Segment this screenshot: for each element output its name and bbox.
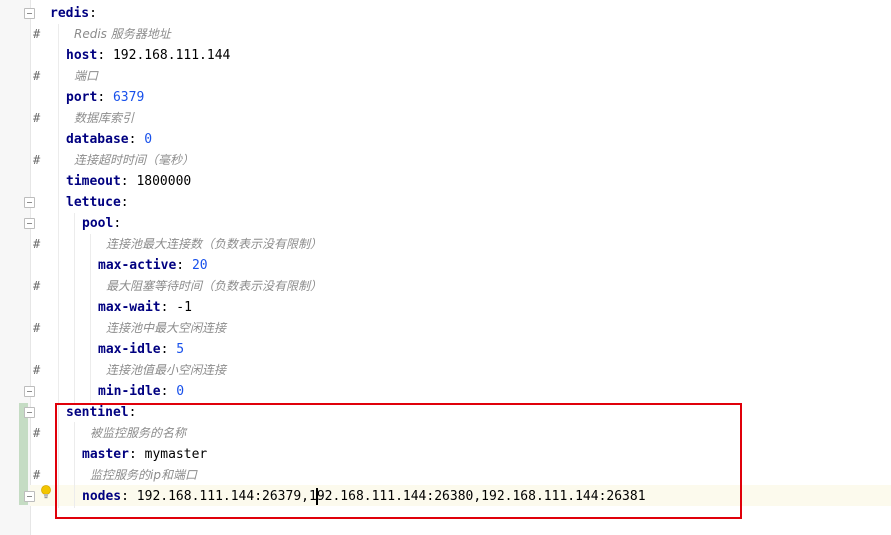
yaml-key: max-idle — [98, 342, 161, 357]
fold-toggle-icon[interactable] — [24, 8, 35, 19]
comment-marker: # — [33, 468, 41, 482]
code-line[interactable]: host: 192.168.111.144 — [66, 45, 230, 66]
code-line[interactable]: pool: — [82, 213, 121, 234]
lightbulb-icon[interactable] — [40, 485, 52, 499]
code-line[interactable]: 连接池最大连接数（负数表示没有限制） — [106, 234, 322, 255]
yaml-colon: : — [160, 342, 169, 357]
code-line[interactable]: 端口 — [74, 66, 98, 87]
code-line[interactable]: 数据库索引 — [74, 108, 134, 129]
comment-marker: # — [33, 111, 41, 125]
code-line[interactable]: min-idle: 0 — [98, 381, 184, 402]
fold-toggle-icon[interactable] — [24, 386, 35, 397]
fold-toggle-icon[interactable] — [24, 218, 35, 229]
comment-marker: # — [33, 321, 41, 335]
yaml-key: host — [66, 48, 98, 63]
yaml-comment: 数据库索引 — [74, 111, 135, 125]
yaml-key: min-idle — [98, 384, 161, 399]
yaml-comment: 连接池最大连接数（负数表示没有限制） — [106, 237, 323, 251]
comment-marker: # — [33, 237, 41, 251]
yaml-value: 192.168.111.144 — [112, 48, 231, 63]
fold-toggle-icon[interactable] — [24, 197, 35, 208]
yaml-key: port — [66, 90, 98, 105]
yaml-value: 1800000 — [136, 174, 192, 189]
yaml-key: database — [66, 132, 129, 147]
yaml-colon: : — [97, 48, 106, 63]
yaml-colon: : — [120, 174, 129, 189]
code-line[interactable]: max-active: 20 — [98, 255, 208, 276]
indent-guide — [90, 234, 91, 402]
yaml-key: lettuce — [66, 195, 121, 210]
code-line[interactable]: timeout: 1800000 — [66, 171, 191, 192]
code-line[interactable]: lettuce: — [66, 192, 129, 213]
yaml-key: max-active — [98, 258, 177, 273]
indent-guide — [74, 213, 75, 403]
code-line[interactable]: max-idle: 5 — [98, 339, 184, 360]
yaml-colon: : — [89, 6, 97, 21]
comment-marker: # — [33, 153, 41, 167]
yaml-comment: 最大阻塞等待时间（负数表示没有限制） — [106, 279, 323, 293]
yaml-comment: 连接池中最大空闲连接 — [106, 321, 227, 335]
yaml-key: max-wait — [98, 300, 161, 315]
yaml-colon: : — [176, 258, 185, 273]
yaml-value: 6379 — [112, 90, 145, 105]
comment-marker: # — [33, 27, 41, 41]
yaml-key: pool — [82, 216, 114, 231]
fold-toggle-icon[interactable] — [24, 491, 35, 502]
yaml-key: redis — [50, 6, 90, 21]
vcs-change-marker[interactable] — [19, 403, 28, 505]
comment-marker: # — [33, 279, 41, 293]
code-line[interactable]: Redis 服务器地址 — [74, 24, 171, 45]
yaml-colon: : — [113, 216, 122, 231]
yaml-colon: : — [128, 132, 137, 147]
yaml-value: 20 — [191, 258, 208, 273]
yaml-colon: : — [120, 195, 129, 210]
code-line[interactable]: 最大阻塞等待时间（负数表示没有限制） — [106, 276, 322, 297]
comment-marker: # — [33, 69, 41, 83]
yaml-value: -1 — [176, 300, 192, 315]
annotation-highlight-box — [55, 403, 742, 519]
yaml-value: 0 — [144, 132, 153, 147]
code-line[interactable]: 连接池值最小空闲连接 — [106, 360, 226, 381]
code-line[interactable]: max-wait: -1 — [98, 297, 192, 318]
yaml-comment: 连接池值最小空闲连接 — [106, 363, 227, 377]
fold-toggle-icon[interactable] — [24, 407, 35, 418]
code-line[interactable]: database: 0 — [66, 129, 152, 150]
code-line[interactable]: redis: — [50, 3, 97, 24]
comment-marker: # — [33, 426, 41, 440]
yaml-comment: 端口 — [74, 69, 99, 83]
comment-marker: # — [33, 363, 41, 377]
code-line[interactable]: 连接池中最大空闲连接 — [106, 318, 226, 339]
code-line[interactable]: 连接超时时间（毫秒） — [74, 150, 194, 171]
yaml-colon: : — [97, 90, 106, 105]
yaml-colon: : — [160, 300, 169, 315]
yaml-key: timeout — [66, 174, 121, 189]
yaml-comment: 连接超时时间（毫秒） — [74, 153, 195, 167]
code-line[interactable]: port: 6379 — [66, 87, 144, 108]
yaml-comment: Redis 服务器地址 — [74, 27, 171, 41]
yaml-colon: : — [160, 384, 169, 399]
yaml-value: 5 — [176, 342, 185, 357]
yaml-value: 0 — [176, 384, 185, 399]
